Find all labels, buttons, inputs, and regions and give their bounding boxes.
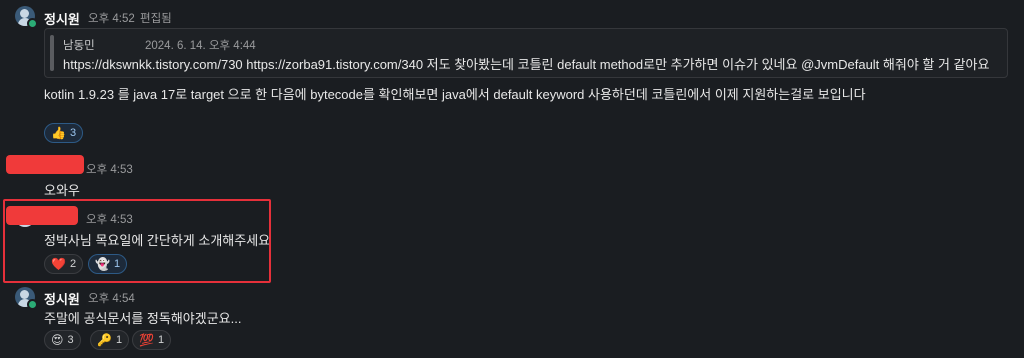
hundred-points-icon: 💯: [139, 333, 154, 347]
reaction-thumbs-up[interactable]: 👍 3: [44, 123, 84, 143]
key-face-icon: 🔑: [97, 333, 112, 347]
quote-text: https://dkswnkk.tistory.com/730 https://…: [63, 57, 990, 72]
redacted-author: [6, 155, 84, 174]
edited-label: 편집됨: [140, 13, 172, 25]
reaction-key-face[interactable]: 🔑 1: [90, 330, 130, 350]
heart-eyes-icon: 😍: [51, 333, 64, 347]
quote-bar: [50, 35, 54, 71]
message-body: 오와우: [44, 183, 80, 198]
thumbs-up-icon: 👍: [51, 126, 66, 140]
quoted-message[interactable]: 남동민 2024. 6. 14. 오후 4:44 https://dkswnkk…: [44, 28, 1008, 78]
reaction-count: 3: [69, 127, 77, 139]
author-name[interactable]: 정시원: [44, 9, 80, 28]
reaction-count: 3: [67, 334, 74, 346]
message-timestamp[interactable]: 오후 4:54: [88, 290, 135, 306]
quote-date: 2024. 6. 14. 오후 4:44: [145, 40, 256, 52]
reaction-hundred-points[interactable]: 💯 1: [132, 330, 172, 350]
message-timestamp[interactable]: 오후 4:52: [88, 10, 135, 26]
message-1: 정시원 오후 4:52 편집됨 남동민 2024. 6. 14. 오후 4:44…: [0, 0, 1024, 150]
quote-author: 남동민: [63, 40, 95, 52]
reaction-count: 1: [115, 334, 123, 346]
reaction-heart-eyes[interactable]: 😍 3: [44, 330, 81, 350]
message-body: 주말에 공식문서를 정독해야겠군요...: [44, 311, 242, 326]
highlight-box: [3, 199, 271, 283]
message-body: kotlin 1.9.23 를 java 17로 target 으로 한 다음에…: [44, 87, 866, 102]
author-name[interactable]: 정시원: [44, 289, 80, 308]
presence-icon: [27, 18, 38, 29]
presence-icon: [27, 299, 38, 310]
message-4: 정시원 오후 4:54 주말에 공식문서를 정독해야겠군요... 😍 3 🔑 1…: [0, 282, 1024, 358]
message-2: 오후 4:53 오와우: [0, 150, 1024, 198]
message-timestamp[interactable]: 오후 4:53: [86, 161, 133, 177]
reaction-count: 1: [157, 334, 165, 346]
